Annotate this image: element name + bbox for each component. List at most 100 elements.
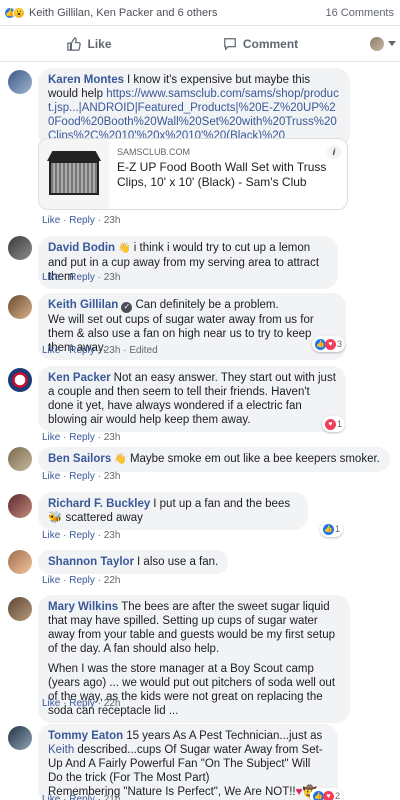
comment-meta: Like · Reply · 23h: [42, 272, 121, 283]
comment-reply-link[interactable]: Reply: [69, 575, 95, 586]
comment-text-paragraph-2: When I was the store manager at a Boy Sc…: [48, 663, 336, 717]
comment-reply-link[interactable]: Reply: [69, 215, 95, 226]
avatar[interactable]: [8, 368, 32, 392]
comment-button[interactable]: Comment: [175, 37, 346, 51]
reaction-badge[interactable]: 👍 1: [320, 521, 344, 537]
comment-timestamp[interactable]: 23h: [104, 530, 121, 541]
comment-meta: Like · Reply · 23h: [42, 432, 121, 443]
link-domain: SAMSCLUB.COM: [117, 147, 191, 157]
heart-reaction-icon: ♥: [325, 338, 336, 350]
comment-timestamp[interactable]: 22h: [104, 575, 121, 586]
comment-author[interactable]: Ken Packer: [48, 372, 111, 384]
like-button-label: Like: [87, 36, 112, 51]
comment-like-link[interactable]: Like: [42, 471, 60, 482]
comment-like-link[interactable]: Like: [42, 530, 60, 541]
reaction-count: 2: [335, 791, 341, 800]
comment-text-continued: scattered away: [65, 512, 143, 524]
comment-text: Maybe smoke em out like a bee keepers sm…: [129, 453, 380, 465]
comment-timestamp[interactable]: 22h: [104, 698, 121, 709]
comment-bubble: Ken Packer Not an easy answer. They start…: [38, 366, 346, 432]
bee-icon: 🐝: [48, 512, 63, 524]
comment-text: I put up a fan and the bees: [153, 498, 291, 510]
comment-timestamp[interactable]: 21h: [104, 794, 121, 800]
link-title: E-Z UP Food Booth Wall Set with Truss Cl…: [117, 160, 327, 189]
chevron-down-icon: [388, 41, 396, 46]
comment-author[interactable]: Ben Sailors: [48, 453, 111, 465]
reaction-count: 1: [337, 419, 343, 429]
reaction-summary-bar[interactable]: 👍 😮 Keith Gillilan, Ken Packer and 6 oth…: [0, 0, 400, 26]
comment-as-selector[interactable]: [346, 36, 396, 51]
comment-like-link[interactable]: Like: [42, 272, 60, 283]
comment-reply-link[interactable]: Reply: [69, 698, 95, 709]
comment-author[interactable]: Keith Gillilan: [48, 299, 118, 311]
comment-icon: [223, 37, 236, 51]
comment-reply-link[interactable]: Reply: [69, 530, 95, 541]
like-button[interactable]: Like: [4, 37, 175, 51]
reaction-names[interactable]: Keith Gillilan, Ken Packer and 6 others: [29, 7, 217, 19]
comment-meta: Like · Reply · 22h: [42, 698, 121, 709]
comment-like-link[interactable]: Like: [42, 575, 60, 586]
comment-timestamp[interactable]: 23h: [104, 345, 121, 356]
comment-reply-link[interactable]: Reply: [69, 272, 95, 283]
wow-reaction-icon: 😮: [13, 6, 25, 19]
link-preview-thumbnail: [39, 139, 109, 209]
comment-like-link[interactable]: Like: [42, 432, 60, 443]
like-reaction-icon: 👍: [323, 523, 334, 535]
avatar[interactable]: [8, 597, 32, 621]
comment-timestamp[interactable]: 23h: [104, 471, 121, 482]
comment-timestamp[interactable]: 23h: [104, 432, 121, 443]
comments-count[interactable]: 16 Comments: [326, 7, 394, 19]
heart-reaction-icon: ♥: [325, 418, 336, 430]
comment-text: 15 years As A Pest Technician...just as: [126, 730, 323, 742]
comment-like-link[interactable]: Like: [42, 794, 60, 800]
user-avatar: [370, 36, 384, 51]
edited-label[interactable]: Edited: [129, 345, 157, 356]
comment-bubble: Richard F. Buckley I put up a fan and the…: [38, 492, 308, 530]
comment-bubble: Tommy Eaton 15 years As A Pest Technician…: [38, 724, 338, 800]
comment-like-link[interactable]: Like: [42, 698, 60, 709]
wave-icon: 👋: [114, 454, 127, 465]
reaction-badge[interactable]: 👍 ♥ 2: [310, 788, 344, 800]
wave-icon: 👋: [118, 243, 131, 254]
avatar[interactable]: [8, 550, 32, 574]
post-action-bar: Like Comment: [0, 26, 400, 62]
avatar[interactable]: [8, 236, 32, 260]
heart-reaction-icon: ♥: [323, 790, 334, 800]
comment-meta: Like · Reply · 23h · Edited: [42, 345, 158, 356]
reaction-badge[interactable]: ♥ 1: [322, 416, 346, 432]
comment-reply-link[interactable]: Reply: [69, 345, 95, 356]
avatar[interactable]: [8, 295, 32, 319]
reaction-badge[interactable]: 👍 ♥ 3: [312, 336, 346, 352]
comment-meta: Like · Reply · 22h: [42, 575, 121, 586]
link-preview-card[interactable]: SAMSCLUB.COM E-Z UP Food Booth Wall Set …: [38, 138, 348, 210]
comment-bubble: Ben Sailors 👋 Maybe smoke em out like a b…: [38, 447, 390, 472]
comment-bubble: Shannon Taylor I also use a fan.: [38, 550, 229, 574]
avatar[interactable]: [8, 494, 32, 518]
comment-author[interactable]: Tommy Eaton: [48, 730, 123, 742]
avatar[interactable]: [8, 70, 32, 94]
comment-author[interactable]: David Bodin: [48, 242, 115, 254]
comment-reply-link[interactable]: Reply: [69, 794, 95, 800]
comment-meta: Like · Reply · 23h: [42, 530, 121, 541]
comment-author[interactable]: Karen Montes: [48, 74, 124, 86]
reaction-count: 1: [335, 524, 341, 534]
avatar[interactable]: [8, 447, 32, 471]
comment-reply-link[interactable]: Reply: [69, 432, 95, 443]
comment-author[interactable]: Shannon Taylor: [48, 556, 134, 568]
comment-mention[interactable]: Keith: [48, 744, 74, 756]
comment-like-link[interactable]: Like: [42, 215, 60, 226]
reaction-count: 3: [337, 339, 343, 349]
comment-like-link[interactable]: Like: [42, 345, 60, 356]
comment-meta: Like · Reply · 21h: [42, 794, 120, 800]
comment-reply-link[interactable]: Reply: [69, 471, 95, 482]
avatar[interactable]: [8, 726, 32, 750]
comment-author[interactable]: Mary Wilkins: [48, 601, 118, 613]
comment-meta: Like · Reply · 23h: [42, 215, 121, 226]
comment-text-continued: described...cups Of Sugar water Away fro…: [48, 744, 323, 784]
comment-author[interactable]: Richard F. Buckley: [48, 498, 150, 510]
info-icon[interactable]: i: [327, 145, 341, 159]
comment-timestamp[interactable]: 23h: [104, 272, 121, 283]
comment-timestamp[interactable]: 23h: [104, 215, 121, 226]
verified-badge-icon: ✓: [121, 301, 133, 313]
comment-button-label: Comment: [242, 36, 299, 51]
